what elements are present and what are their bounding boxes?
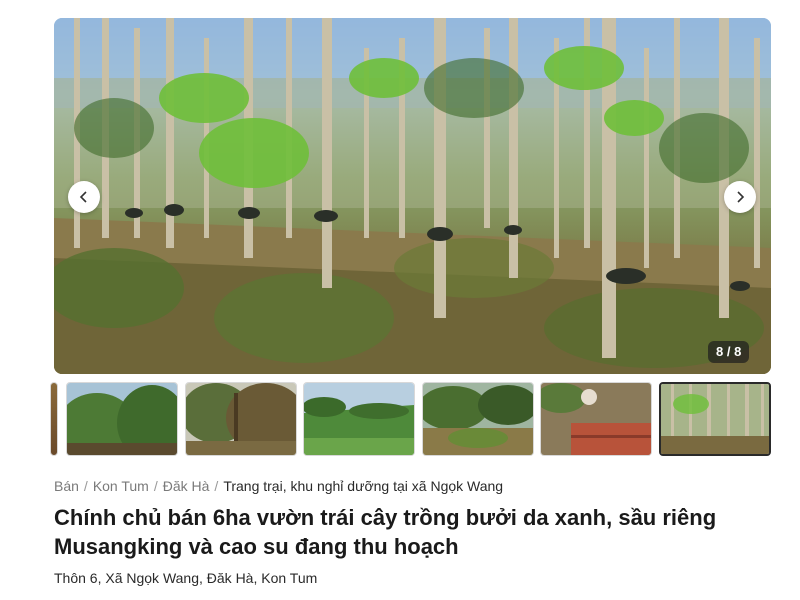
thumbnail[interactable] <box>66 382 178 456</box>
breadcrumb-separator: / <box>83 478 88 494</box>
rubber-plantation-image <box>54 18 771 374</box>
breadcrumb-item[interactable]: Đăk Hà <box>163 478 210 494</box>
breadcrumb-separator: / <box>153 478 158 494</box>
chevron-right-icon <box>737 191 745 203</box>
thumbnail-image <box>423 383 533 455</box>
breadcrumb-current: Trang trại, khu nghỉ dưỡng tại xã Ngọk W… <box>223 478 504 494</box>
chevron-left-icon <box>79 191 87 203</box>
breadcrumb: Bán / Kon Tum / Đăk Hà / Trang trại, khu nghỉ … <box>54 478 503 494</box>
photo-counter: 8 / 8 <box>708 341 750 363</box>
thumbnail[interactable] <box>540 382 652 456</box>
thumbnail-strip <box>0 382 800 456</box>
thumbnail[interactable] <box>185 382 297 456</box>
thumbnail[interactable] <box>50 382 58 456</box>
previous-photo-button[interactable] <box>68 181 100 213</box>
thumbnail-active[interactable] <box>659 382 771 456</box>
listing-title: Chính chủ bán 6ha vườn trái cây trồng bư… <box>54 505 717 559</box>
thumbnail-image <box>186 383 296 455</box>
breadcrumb-item[interactable]: Bán <box>54 478 79 494</box>
thumbnail-image <box>661 384 769 454</box>
listing-address: Thôn 6, Xã Ngọk Wang, Đăk Hà, Kon Tum <box>54 570 318 586</box>
breadcrumb-item[interactable]: Kon Tum <box>93 478 149 494</box>
thumbnail-image <box>304 383 414 455</box>
breadcrumb-separator: / <box>214 478 219 494</box>
main-photo[interactable]: 8 / 8 <box>54 18 771 374</box>
thumbnail[interactable] <box>303 382 415 456</box>
thumbnail-image <box>67 383 177 455</box>
thumbnail[interactable] <box>422 382 534 456</box>
thumbnail-image <box>541 383 651 455</box>
next-photo-button[interactable] <box>724 181 756 213</box>
